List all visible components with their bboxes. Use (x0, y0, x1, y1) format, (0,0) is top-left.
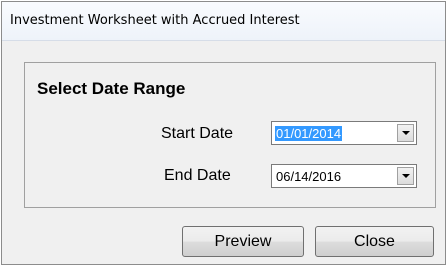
start-date-value[interactable]: 01/01/2014 (275, 126, 343, 141)
chevron-down-icon (401, 174, 410, 178)
start-date-label: Start Date (161, 125, 234, 142)
dialog-window: Investment Worksheet with Accrued Intere… (1, 1, 446, 265)
close-button-label: Close (354, 232, 395, 250)
end-date-picker[interactable]: 06/14/2016 (271, 164, 417, 188)
chevron-down-icon (401, 131, 410, 135)
title-bar[interactable]: Investment Worksheet with Accrued Intere… (2, 2, 445, 41)
group-title: Select Date Range (37, 79, 186, 98)
start-date-picker[interactable]: 01/01/2014 (271, 121, 417, 145)
dialog-body: Select Date Range Start Date 01/01/2014 … (12, 50, 436, 262)
close-button[interactable]: Close (315, 226, 434, 257)
date-range-group: Select Date Range Start Date 01/01/2014 … (24, 62, 436, 208)
preview-button[interactable]: Preview (182, 226, 304, 257)
end-date-dropdown-button[interactable] (397, 167, 414, 185)
end-date-value[interactable]: 06/14/2016 (275, 169, 342, 184)
start-date-dropdown-button[interactable] (397, 124, 414, 142)
preview-button-label: Preview (214, 232, 272, 250)
end-date-label: End Date (164, 167, 231, 184)
window-title: Investment Worksheet with Accrued Intere… (10, 13, 300, 28)
